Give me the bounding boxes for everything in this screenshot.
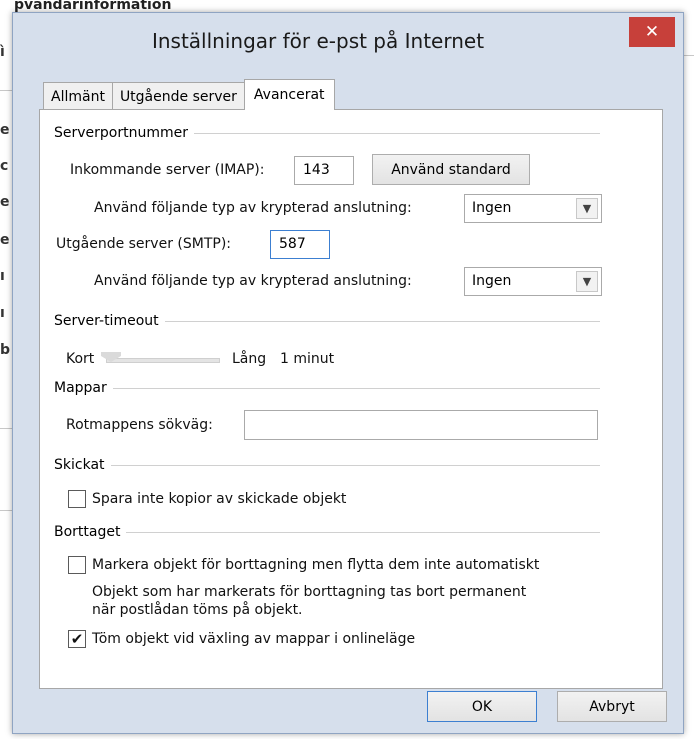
dialog-title: Inställningar för e-pst på Internet — [151, 29, 485, 53]
group-title: Server-timeout — [54, 313, 159, 329]
checkmark-icon: ✔ — [70, 630, 84, 648]
incoming-encryption-value: Ingen — [472, 200, 512, 216]
background-divider — [0, 428, 12, 429]
incoming-encryption-select[interactable]: Ingen ▼ — [464, 194, 602, 223]
tab-advanced[interactable]: Avancerat — [243, 79, 335, 110]
mark-for-deletion-checkbox[interactable] — [68, 556, 86, 574]
chevron-down-icon[interactable]: ▼ — [576, 271, 598, 292]
root-folder-path-input[interactable] — [244, 410, 598, 440]
group-title: Skickat — [54, 457, 105, 473]
tab-general[interactable]: Allmänt — [43, 82, 113, 110]
outgoing-port-field[interactable]: 587 — [270, 230, 330, 259]
background-edge-letter: ı — [0, 305, 5, 321]
group-title: Serverportnummer — [54, 125, 188, 141]
group-sent: Skickat — [54, 457, 600, 473]
settings-dialog: Inställningar för e-pst på Internet ✕ Al… — [12, 12, 684, 734]
group-title: Borttaget — [54, 524, 121, 540]
ok-button[interactable]: OK — [427, 691, 537, 722]
group-deleted: Borttaget — [54, 524, 600, 540]
background-edge-letter: e — [0, 232, 10, 248]
timeout-long-label: Lång — [232, 351, 267, 367]
group-divider — [126, 531, 600, 533]
background-edge-letter: e — [0, 122, 10, 138]
purge-on-switch-label: Töm objekt vid växling av mappar i onlin… — [92, 631, 416, 647]
outgoing-encryption-select[interactable]: Ingen ▼ — [464, 267, 602, 296]
timeout-slider[interactable] — [106, 358, 220, 363]
group-server-timeout: Server-timeout — [54, 313, 600, 329]
background-divider — [684, 55, 694, 56]
no-sent-copies-checkbox[interactable] — [68, 490, 86, 508]
group-title: Mappar — [54, 380, 107, 396]
root-folder-label: Rotmappens sökväg: — [66, 417, 213, 433]
deletion-note-line-2: när postlådan töms på objekt. — [92, 602, 303, 618]
group-divider — [112, 387, 600, 389]
purge-on-switch-checkbox[interactable]: ✔ — [68, 630, 86, 648]
timeout-value: 1 minut — [280, 351, 335, 367]
group-divider — [110, 464, 600, 466]
deletion-note-line-1: Objekt som har markerats för borttagning… — [92, 584, 527, 600]
timeout-short-label: Kort — [66, 351, 95, 367]
background-edge-letter: c — [0, 158, 9, 174]
close-button[interactable]: ✕ — [629, 17, 675, 47]
title-bar: Inställningar för e-pst på Internet ✕ — [13, 13, 683, 67]
no-sent-copies-label: Spara inte kopior av skickade objekt — [92, 491, 347, 507]
outgoing-server-label: Utgående server (SMTP): — [56, 236, 232, 252]
outgoing-encryption-label: Använd följande typ av krypterad anslutn… — [94, 273, 412, 289]
mark-for-deletion-label: Markera objekt för borttagning men flytt… — [92, 557, 540, 573]
incoming-server-label: Inkommande server (IMAP): — [70, 162, 265, 178]
group-divider — [164, 320, 600, 322]
cancel-button[interactable]: Avbryt — [557, 691, 667, 722]
tab-outgoing-server[interactable]: Utgående server — [111, 82, 245, 110]
group-divider — [194, 132, 600, 134]
background-edge-letter: ı — [0, 268, 5, 284]
close-icon: ✕ — [644, 22, 660, 42]
tab-strip: Allmänt Utgående server Avancerat — [43, 79, 335, 110]
background-edge-letter: b — [0, 342, 11, 358]
background-divider — [0, 90, 12, 91]
chevron-down-icon[interactable]: ▼ — [576, 198, 598, 219]
use-default-button[interactable]: Använd standard — [372, 154, 530, 185]
advanced-panel: Serverportnummer Inkommande server (IMAP… — [39, 109, 663, 689]
background-edge-letter: e — [0, 194, 10, 210]
background-divider — [0, 510, 12, 511]
background-edge-letter: ì — [0, 44, 5, 60]
incoming-port-field[interactable]: 143 — [294, 156, 354, 185]
incoming-encryption-label: Använd följande typ av krypterad anslutn… — [94, 200, 412, 216]
outgoing-encryption-value: Ingen — [472, 273, 512, 289]
group-server-ports: Serverportnummer — [54, 125, 600, 141]
group-folders: Mappar — [54, 380, 600, 396]
